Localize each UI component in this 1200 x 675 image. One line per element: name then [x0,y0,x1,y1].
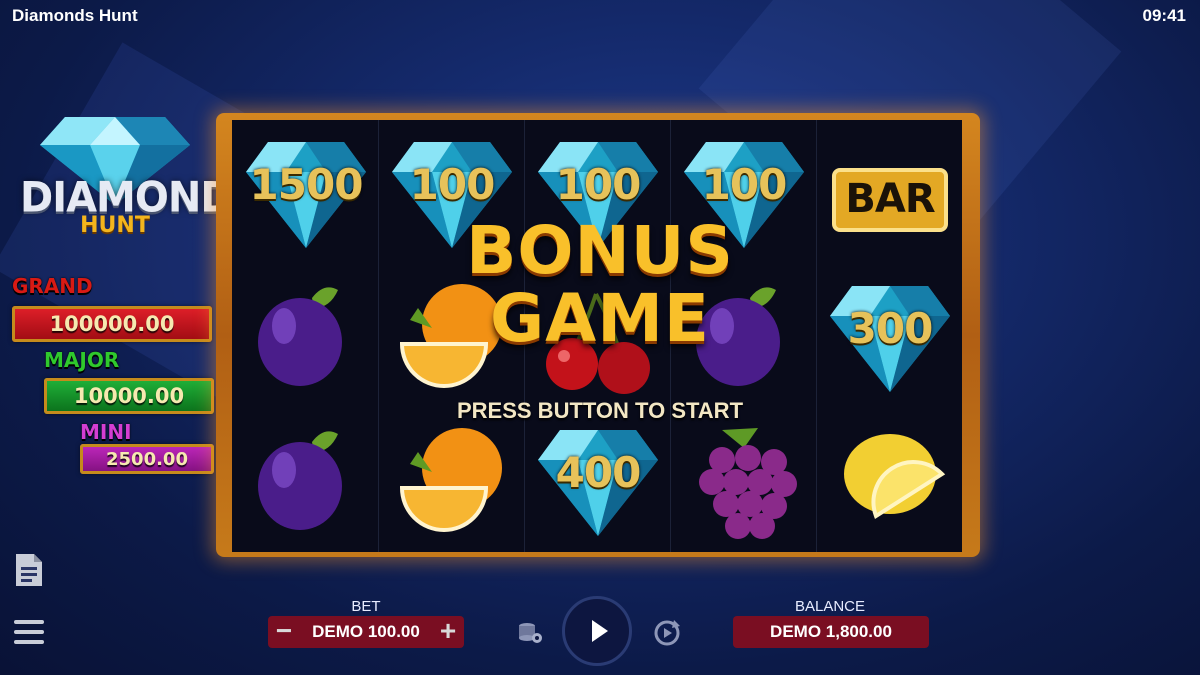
plum-symbol [234,264,378,408]
autoplay-icon[interactable] [652,618,682,648]
play-icon [592,620,608,642]
bonus-title-line1: BONUS [466,212,734,289]
bonus-title-line2: GAME [489,280,710,357]
bet-decrease-button[interactable]: − [273,617,295,645]
diamond-symbol: 400 [526,408,670,552]
diamond-value: 400 [555,448,642,497]
spin-button[interactable] [562,596,632,666]
jackpot-major-label: MAJOR [44,348,120,372]
logo-subtitle: HUNT [80,213,150,238]
jackpot-major-value: 10000.00 [44,378,214,414]
status-bar: Diamonds Hunt 09:41 [0,0,1200,34]
app-title: Diamonds Hunt [12,6,138,25]
game-logo: DIAMONDS HUNT [20,105,261,240]
diamond-symbol: 1500 [234,120,378,264]
jackpot-grand-value: 100000.00 [12,306,212,342]
paytable-icon[interactable] [12,552,46,588]
balance-display: DEMO 1,800.00 [733,616,929,648]
menu-icon[interactable] [14,618,44,646]
diamond-value: 100 [701,160,788,209]
plum-symbol [234,408,378,552]
coins-settings-icon[interactable] [516,620,544,646]
lemon-symbol [818,408,962,552]
orange-symbol [380,408,524,552]
bet-label: BET [351,598,381,615]
grapes-symbol [672,408,816,552]
diamond-value: 100 [409,160,496,209]
balance-value: DEMO 1,800.00 [770,622,892,641]
start-prompt: PRESS BUTTON TO START [456,398,744,423]
jackpot-mini-value: 2500.00 [80,444,214,474]
bet-value: DEMO 100.00 [312,622,420,641]
balance-label: BALANCE [794,598,866,615]
diamond-value: 100 [555,160,642,209]
bet-display: DEMO 100.00 [268,616,464,648]
bet-increase-button[interactable]: + [437,617,459,645]
diamond-value: 1500 [249,160,364,209]
jackpot-mini-label: MINI [80,420,132,444]
clock: 09:41 [1142,6,1186,25]
jackpot-grand-label: GRAND [12,274,93,298]
